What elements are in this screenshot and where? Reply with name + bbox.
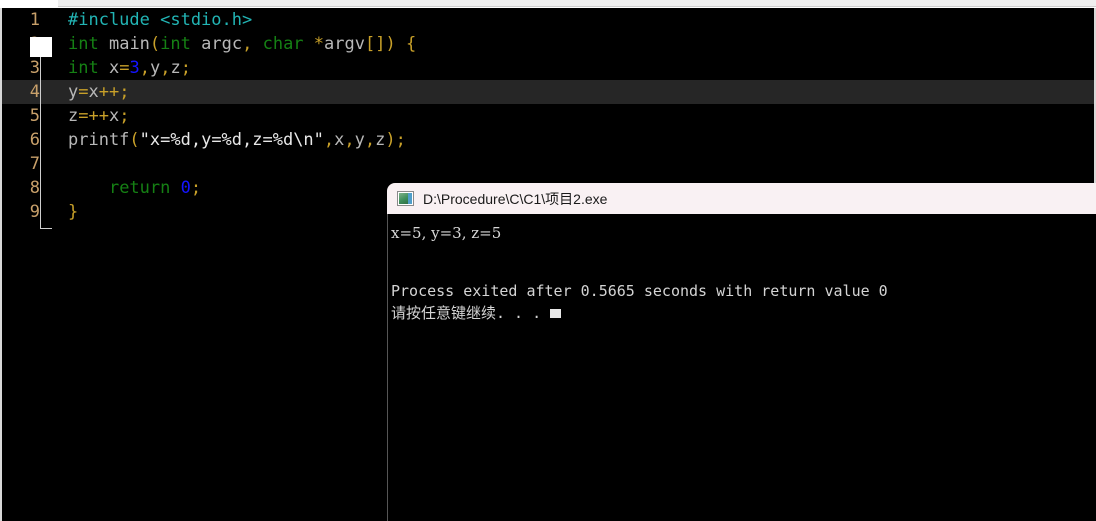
code-token: y [68,82,79,102]
code-token: = [78,82,89,102]
line-number: 7 [29,154,40,174]
code-token: ; [119,82,130,102]
code-token: , [364,130,376,150]
code-token: ; [119,106,130,126]
line-number: 8 [29,178,40,198]
code-token: z [68,106,79,126]
console-app-icon [397,191,414,206]
top-chrome-panel [58,0,1096,7]
code-line-text: #include <stdio.h> [68,8,252,32]
code-token: = [78,106,89,126]
code-token: = [119,58,130,78]
code-token: , [139,58,150,78]
line-number: 5 [29,106,40,126]
code-line[interactable]: 5 z=++x; [2,104,1094,128]
code-line-text: int main(int argc, char *argv[]) { [68,32,416,56]
console-titlebar[interactable]: D:\Procedure\C\C1\项目2.exe [387,183,1096,214]
line-number: 9 [29,202,40,222]
code-token: , [160,58,171,78]
code-token: ; [190,178,202,198]
code-token: , [344,130,355,150]
code-token: x [334,130,345,150]
code-token: ); [385,130,406,150]
line-number: 1 [29,10,40,30]
code-line-text: return 0; [68,176,201,200]
top-chrome-strip [0,0,1096,8]
console-output-area[interactable]: x=5, y=3, z=5 __________________________… [387,214,1096,521]
code-token: z [170,58,181,78]
code-line[interactable]: 6 printf("x=%d,y=%d,z=%d\n",x,y,z); [2,128,1094,152]
code-token: "x=%d,y=%d,z=%d\n" [139,130,324,150]
code-token: printf [68,130,130,150]
code-token: 3 [129,58,140,78]
code-token: x [108,106,120,126]
console-program-output: x=5, y=3, z=5 [391,224,502,242]
code-token: y [354,130,365,150]
code-line[interactable]: 3 int x=3,y,z; [2,56,1094,80]
code-token: argv [324,34,365,54]
code-token: * [313,34,325,54]
code-fold-guide-foot [40,228,52,229]
code-token: 0 [180,178,191,198]
line-number: 6 [29,130,40,150]
code-line-text: printf("x=%d,y=%d,z=%d\n",x,y,z); [68,128,406,152]
code-token: , [323,130,335,150]
console-exit-message: Process exited after 0.5665 seconds with… [391,282,888,300]
console-press-any-key-row: 请按任意键继续. . . [389,302,1096,324]
code-line-text: y=x++; [68,80,129,104]
code-token: , [242,34,253,54]
console-cursor-block [550,309,562,318]
code-token: char [262,34,304,54]
code-token: return [108,178,171,198]
code-line[interactable]: 4 y=x++; [2,80,1094,104]
code-token: ( [129,130,140,150]
code-token: x [108,58,120,78]
line-number: 4 [29,82,40,102]
code-fold-guide-line [40,57,41,229]
code-line-text: z=++x; [68,104,129,128]
code-line-text: } [68,200,78,224]
console-separator-line: __________________________________ [391,266,699,280]
code-token: ( [149,34,161,54]
console-window[interactable]: D:\Procedure\C\C1\项目2.exe x=5, y=3, z=5 … [387,183,1096,521]
screen-root: 1 #include <stdio.h>2int main(int argc, c… [0,0,1096,521]
code-token: int [68,34,99,54]
line-number: 3 [29,58,40,78]
code-token: #include <stdio.h> [68,10,253,30]
code-token: ++ [88,106,109,126]
code-token: ++ [98,82,120,102]
code-token: z [375,130,386,150]
code-line[interactable]: 1 #include <stdio.h> [2,8,1094,32]
code-token: ; [180,58,191,78]
code-token: } [68,202,79,222]
code-token: int [160,34,191,54]
code-token: y [149,58,161,78]
code-line[interactable]: 2int main(int argc, char *argv[]) { [2,32,1094,56]
code-token: int [68,58,99,78]
code-token: []) { [365,34,417,54]
code-token: x [88,82,99,102]
code-fold-marker-box[interactable] [30,37,52,57]
console-title-text: D:\Procedure\C\C1\项目2.exe [423,190,608,207]
console-press-any-key-text: 请按任意键继续. . . [391,304,542,322]
code-token: argc [201,34,243,54]
code-token: main [108,34,150,54]
code-line-text: int x=3,y,z; [68,56,191,80]
code-line[interactable]: 7 [2,152,1094,176]
